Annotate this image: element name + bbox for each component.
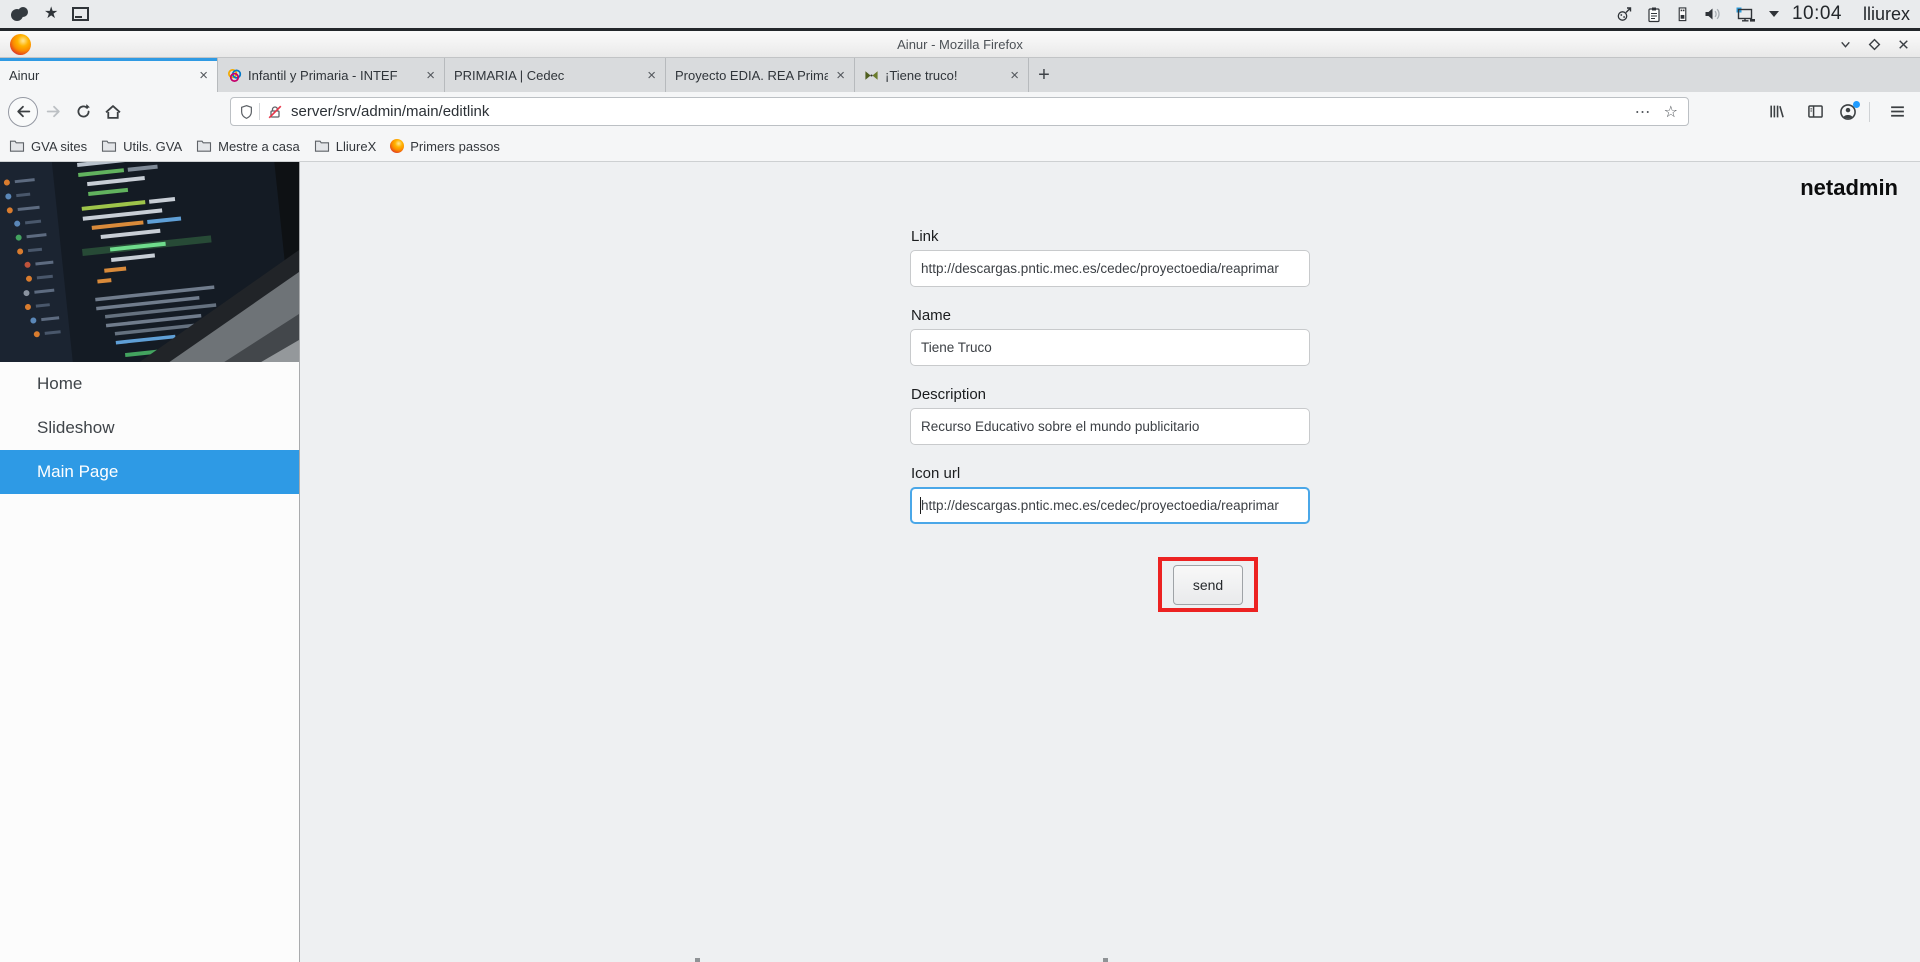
icon-url-label: Icon url <box>911 465 961 482</box>
field-link: Link <box>910 228 1310 287</box>
display-settings-icon[interactable] <box>1735 6 1756 23</box>
favorites-star-icon[interactable]: ★ <box>44 6 58 22</box>
sidebar-item-slideshow[interactable]: Slideshow <box>0 406 299 450</box>
new-tab-icon[interactable]: + <box>1029 58 1059 92</box>
folder-icon <box>9 140 25 152</box>
folder-icon <box>102 140 117 152</box>
insecure-lock-icon[interactable] <box>267 104 283 120</box>
minimize-icon[interactable] <box>1839 38 1852 51</box>
description-label: Description <box>911 386 987 403</box>
url-separator <box>259 103 260 120</box>
bookmark-primers-passos[interactable]: Primers passos <box>390 139 500 154</box>
bookmarks-toolbar: GVA sites Utils. GVA Mestre a casa Lliur… <box>0 131 1920 162</box>
clock[interactable]: 10:04 <box>1792 3 1842 25</box>
notification-dot <box>1853 100 1860 108</box>
menu-hamburger-icon[interactable] <box>1882 97 1912 127</box>
sidebar-hero-image <box>0 162 299 362</box>
tray-caret-down-icon[interactable] <box>1768 11 1779 17</box>
name-label: Name <box>911 307 952 324</box>
maximize-icon[interactable] <box>1868 38 1881 51</box>
field-name: Name <box>910 307 1310 366</box>
bookmark-folder-lliurex[interactable]: LliureX <box>314 139 376 154</box>
bookmark-folder-utils-gva[interactable]: Utils. GVA <box>101 139 182 154</box>
tab-ainur[interactable]: Ainur × <box>0 58 218 92</box>
account-icon[interactable] <box>1839 100 1860 121</box>
cutoff-text-fragment <box>1103 958 1108 962</box>
tab-label: ¡Tiene truco! <box>885 67 958 83</box>
text-cursor <box>920 497 921 514</box>
close-tab-icon[interactable]: × <box>828 67 845 84</box>
tab-label: Ainur <box>9 67 40 83</box>
tab-bar: Ainur × Infantil y Primaria - INTEF × PR… <box>0 58 1920 92</box>
usb-drive-icon[interactable] <box>1675 6 1690 23</box>
back-button[interactable] <box>8 96 38 127</box>
sidebar-menu: Home Slideshow Main Page <box>0 362 299 494</box>
bookmark-label: Primers passos <box>410 138 500 154</box>
page-content: Home Slideshow Main Page netadmin Link N… <box>0 162 1920 962</box>
bookmark-folder-mestre-a-casa[interactable]: Mestre a casa <box>196 139 300 154</box>
toolbar-separator <box>1869 101 1870 122</box>
bookmark-label: LliureX <box>335 138 377 154</box>
link-input[interactable] <box>910 250 1310 287</box>
close-tab-icon[interactable]: × <box>1002 67 1019 84</box>
volume-icon[interactable] <box>1703 6 1722 22</box>
address-bar[interactable]: ⋯ ☆ <box>230 97 1689 126</box>
bookmark-label: Mestre a casa <box>218 138 300 154</box>
window-titlebar: Ainur - Mozilla Firefox <box>0 31 1920 58</box>
url-input[interactable] <box>291 103 1635 120</box>
tab-primaria-cedec[interactable]: PRIMARIA | Cedec × <box>445 58 666 92</box>
reload-button[interactable] <box>68 97 98 127</box>
folder-icon <box>314 140 329 152</box>
desktop-panel: ★ 10:04 lliurex <box>0 0 1920 31</box>
bookmark-label: Utils. GVA <box>123 138 183 154</box>
page-actions-icon[interactable]: ⋯ <box>1635 102 1652 122</box>
library-icon[interactable] <box>1761 97 1791 127</box>
cutoff-text-fragment <box>695 958 700 962</box>
link-label: Link <box>911 228 939 245</box>
bookmark-folder-gva-sites[interactable]: GVA sites <box>9 139 87 154</box>
forward-button[interactable] <box>38 97 68 127</box>
sidebar-toggle-icon[interactable] <box>1800 97 1830 127</box>
tab-label: Proyecto EDIA. REA Primaria. <box>675 67 829 83</box>
window-title: Ainur - Mozilla Firefox <box>897 36 1023 52</box>
username[interactable]: lliurex <box>1863 4 1910 25</box>
bookmark-star-icon[interactable]: ☆ <box>1664 102 1678 122</box>
name-input[interactable] <box>910 329 1310 366</box>
clipboard-icon[interactable] <box>1646 6 1662 23</box>
home-button[interactable] <box>98 97 128 127</box>
field-description: Description <box>910 386 1310 445</box>
sidebar: Home Slideshow Main Page <box>0 162 300 962</box>
navigation-toolbar: ⋯ ☆ <box>0 92 1920 131</box>
window-list-icon[interactable] <box>72 7 90 21</box>
close-window-icon[interactable] <box>1897 38 1910 51</box>
intef-rings-icon <box>227 68 242 83</box>
network-launch-icon[interactable] <box>1616 6 1633 22</box>
annotation-highlight-box: send <box>1158 557 1258 612</box>
firefox-icon <box>390 139 405 153</box>
sidebar-item-main-page[interactable]: Main Page <box>0 450 299 494</box>
icon-url-input[interactable] <box>910 487 1310 524</box>
main-content: netadmin Link Name Description Icon url <box>300 162 1920 962</box>
bookmark-label: GVA sites <box>31 138 88 154</box>
close-tab-icon[interactable]: × <box>418 67 435 84</box>
close-tab-icon[interactable]: × <box>191 67 208 84</box>
app-blob-icon[interactable] <box>10 6 30 22</box>
field-icon-url: Icon url <box>910 465 1310 524</box>
description-input[interactable] <box>910 408 1310 445</box>
editlink-form: Link Name Description Icon url send <box>910 228 1310 612</box>
sidebar-item-home[interactable]: Home <box>0 362 299 406</box>
tab-label: Infantil y Primaria - INTEF <box>248 67 398 83</box>
folder-icon <box>197 140 212 152</box>
send-button[interactable]: send <box>1173 564 1243 605</box>
close-tab-icon[interactable]: × <box>639 67 656 84</box>
tab-label: PRIMARIA | Cedec <box>454 67 565 83</box>
page-title: netadmin <box>1800 175 1898 200</box>
tab-tiene-truco[interactable]: ¡Tiene truco! × <box>855 58 1029 92</box>
tab-proyecto-edia[interactable]: Proyecto EDIA. REA Primaria. × <box>666 58 855 92</box>
tab-infantil-primaria[interactable]: Infantil y Primaria - INTEF × <box>218 58 445 92</box>
truco-moth-icon <box>864 68 879 83</box>
tracking-shield-icon[interactable] <box>239 104 254 120</box>
